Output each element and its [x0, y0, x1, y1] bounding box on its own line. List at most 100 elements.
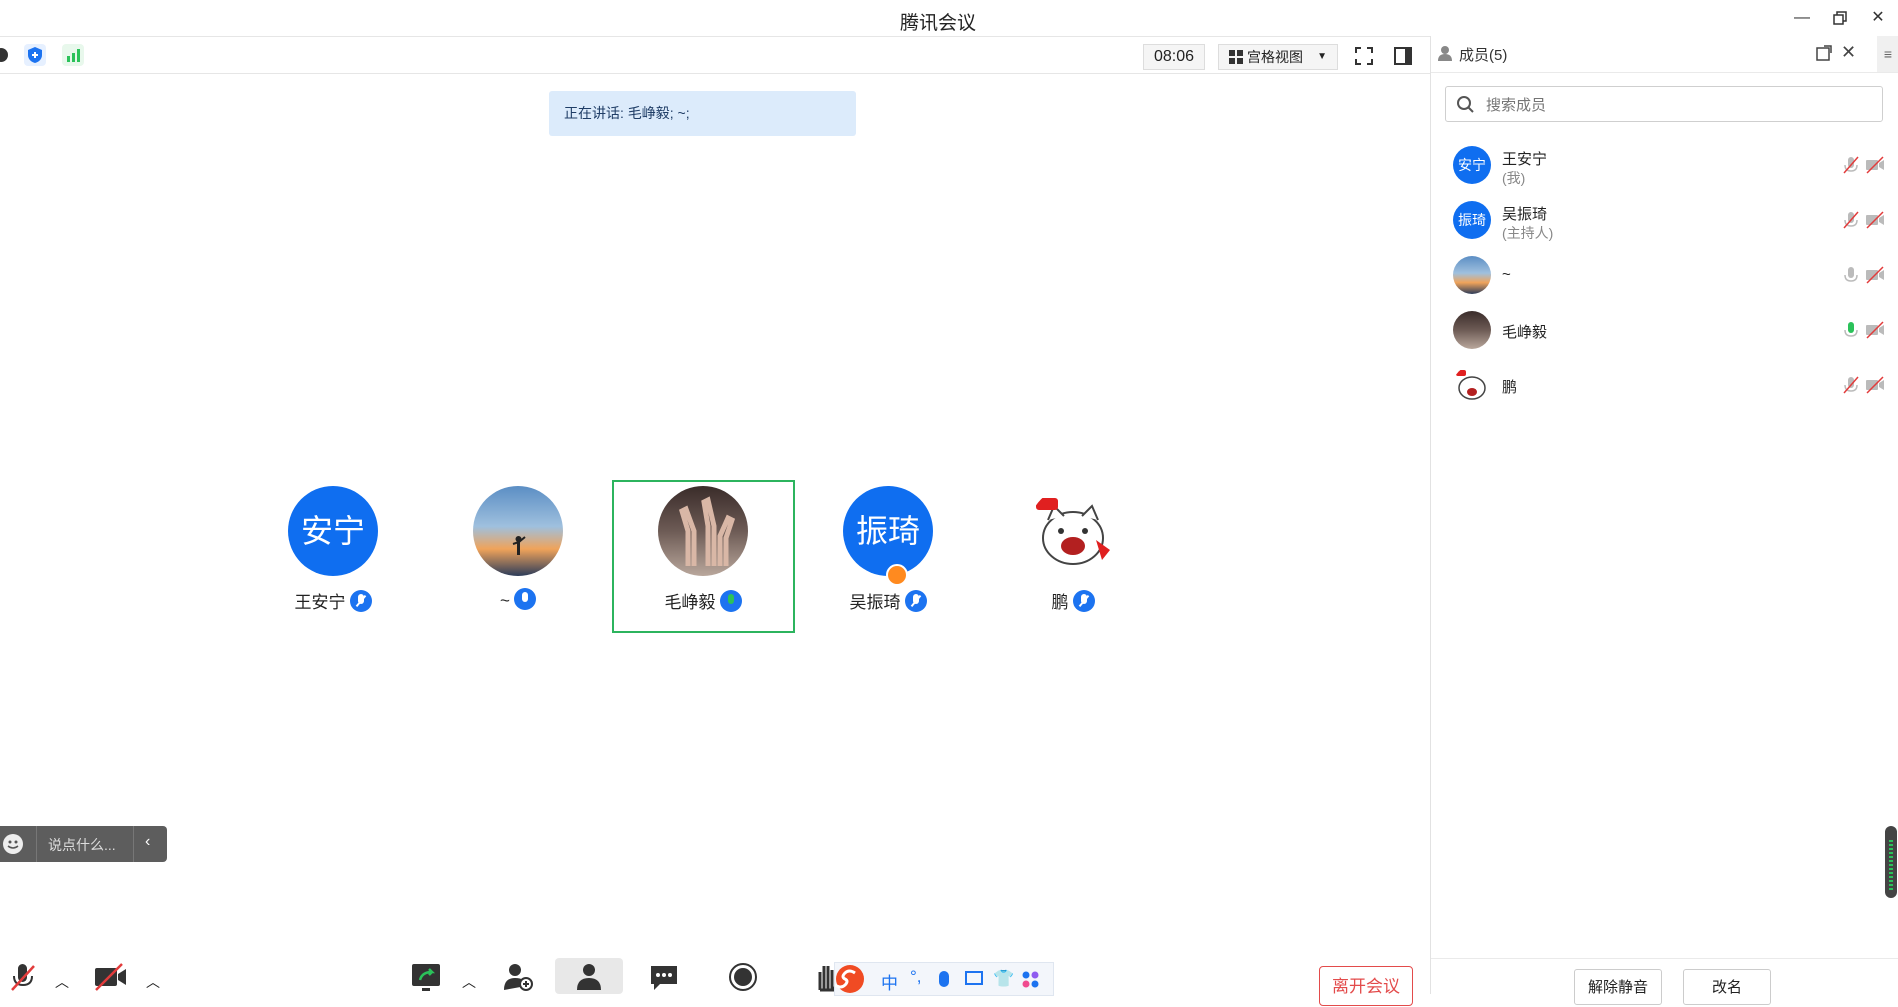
camera-off-icon[interactable] [1865, 375, 1885, 395]
unmute-all-button[interactable]: 解除静音 [1574, 969, 1662, 1005]
camera-off-icon[interactable] [1865, 155, 1885, 175]
emoji-icon[interactable] [3, 834, 23, 854]
menu-icon[interactable]: ≡ [1877, 36, 1898, 72]
volume-meter [1885, 826, 1897, 898]
participant-tile[interactable]: 振琦 吴振琦 [803, 484, 973, 634]
mic-on-icon[interactable] [1841, 265, 1861, 285]
participant-name-row: 王安宁 [248, 588, 418, 613]
avatar [1453, 256, 1491, 294]
avatar: 振琦 [843, 486, 933, 576]
chat-placeholder[interactable]: 说点什么... [48, 835, 116, 855]
restore-icon[interactable] [1828, 6, 1852, 30]
avatar: 安宁 [288, 486, 378, 576]
chevron-up-icon[interactable]: ︿ [55, 972, 69, 1006]
mic-speaking-icon[interactable] [1841, 320, 1861, 340]
mic-muted-icon[interactable] [1841, 155, 1861, 175]
members-panel-header: 成员(5) ✕ [1431, 36, 1898, 73]
members-button[interactable] [555, 958, 623, 994]
avatar [1453, 366, 1491, 404]
chat-input-bar[interactable]: 说点什么... ‹ [0, 826, 167, 862]
participant-name: 吴振琦 [849, 593, 901, 612]
chevron-down-icon: ▼ [1317, 51, 1327, 62]
member-name: ~ [1502, 266, 1511, 283]
participant-tile[interactable]: 安宁 王安宁 [248, 484, 418, 634]
window-title: 腾讯会议 [899, 13, 976, 34]
grid-view-icon [1229, 50, 1243, 64]
search-icon [1456, 95, 1474, 113]
member-role: (我) [1502, 170, 1526, 186]
ime-chinese-mode-icon[interactable]: 中 [881, 969, 898, 994]
security-shield-icon[interactable] [24, 44, 46, 66]
ime-skin-icon[interactable]: 👕 [993, 969, 1014, 989]
participant-tile[interactable]: 鹏 [988, 484, 1158, 634]
participant-tile[interactable]: 毛峥毅 [618, 484, 788, 634]
ime-apps-icon[interactable] [1022, 971, 1040, 989]
member-row[interactable]: ~ [1445, 248, 1885, 303]
participant-name-row: 毛峥毅 [618, 588, 788, 613]
avatar [658, 486, 748, 576]
chevron-up-icon[interactable]: ︿ [462, 972, 476, 1006]
avatar [473, 486, 563, 576]
rename-button[interactable]: 改名 [1683, 969, 1771, 1005]
pop-out-icon[interactable] [1816, 45, 1832, 61]
divider [133, 826, 134, 862]
participant-name: 鹏 [1051, 593, 1069, 612]
sidebar-toggle-icon[interactable] [1392, 45, 1414, 67]
member-name: 毛峥毅 [1502, 324, 1548, 341]
members-panel: 成员(5) ✕ ≡ 安宁 王安宁 (我) 振琦 吴振琦 (主持人) ~ 毛峥毅 [1430, 36, 1898, 1005]
sogou-logo-icon [834, 963, 865, 995]
minimize-icon[interactable]: — [1790, 6, 1814, 30]
divider [36, 826, 37, 862]
chat-button[interactable] [648, 960, 680, 994]
host-badge-icon [886, 564, 908, 586]
camera-off-icon[interactable] [1865, 320, 1885, 340]
close-window-icon[interactable]: ✕ [1866, 6, 1890, 30]
participant-name: 毛峥毅 [664, 593, 716, 612]
chevron-up-icon[interactable]: ︿ [146, 972, 160, 1006]
meeting-toolbar: 08:06 宫格视图 ▼ [0, 36, 1430, 74]
mute-mic-button[interactable] [8, 960, 38, 994]
view-mode-select[interactable]: 宫格视图 ▼ [1218, 44, 1338, 70]
mic-muted-icon[interactable] [1841, 210, 1861, 230]
share-screen-button[interactable] [410, 960, 442, 994]
member-name: 王安宁 [1502, 151, 1548, 168]
avatar [1028, 486, 1118, 576]
avatar [1453, 311, 1491, 349]
participant-name: ~ [500, 591, 510, 610]
mic-speaking-icon [719, 590, 742, 612]
participant-name-row: ~ [433, 588, 603, 611]
mic-muted-icon[interactable] [1841, 375, 1861, 395]
record-button[interactable] [728, 960, 758, 994]
participant-tile[interactable]: ~ [433, 484, 603, 634]
ime-voice-icon[interactable] [939, 971, 949, 987]
avatar: 振琦 [1453, 201, 1491, 239]
camera-off-icon[interactable] [1865, 265, 1885, 285]
chevron-left-icon[interactable]: ‹ [145, 833, 150, 851]
record-dot-icon[interactable] [0, 48, 8, 62]
ime-toolbar[interactable]: 中 °, 👕 [834, 962, 1054, 996]
leave-meeting-button[interactable]: 离开会议 [1319, 966, 1413, 1006]
fullscreen-icon[interactable] [1353, 45, 1375, 67]
mic-muted-icon [1072, 590, 1095, 612]
member-row[interactable]: 鹏 [1445, 358, 1885, 413]
camera-off-icon[interactable] [1865, 210, 1885, 230]
member-name: 鹏 [1502, 379, 1518, 396]
close-panel-icon[interactable]: ✕ [1841, 42, 1856, 63]
member-name: 吴振琦 [1502, 206, 1548, 223]
view-mode-label: 宫格视图 [1247, 49, 1303, 65]
participant-name-row: 吴振琦 [803, 588, 973, 613]
members-panel-title: 成员(5) [1459, 47, 1508, 64]
member-row[interactable]: 振琦 吴振琦 (主持人) [1445, 193, 1885, 248]
invite-button[interactable] [502, 960, 534, 994]
member-row[interactable]: 安宁 王安宁 (我) [1445, 138, 1885, 193]
ime-punctuation-icon[interactable]: °, [910, 967, 922, 987]
ime-keyboard-icon[interactable] [965, 971, 983, 985]
member-search-box[interactable] [1445, 86, 1883, 122]
signal-strength-icon[interactable] [62, 44, 84, 66]
participant-name-row: 鹏 [988, 588, 1158, 613]
mic-muted-icon [904, 590, 927, 612]
member-row[interactable]: 毛峥毅 [1445, 303, 1885, 358]
camera-off-button[interactable] [92, 960, 128, 994]
search-input[interactable] [1484, 93, 1868, 117]
mic-muted-icon [349, 590, 372, 612]
